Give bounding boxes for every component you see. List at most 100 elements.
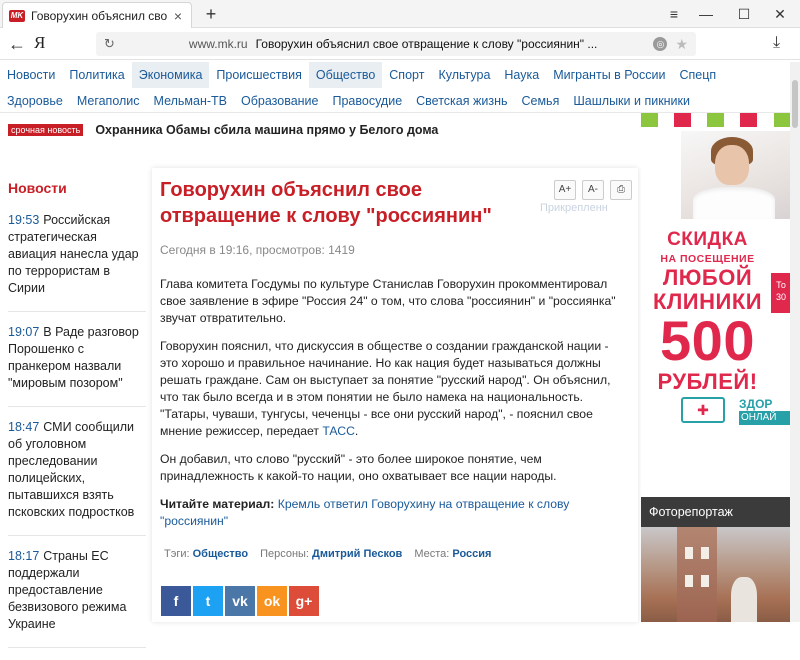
nav-item[interactable]: Политика xyxy=(62,62,131,88)
urgent-news-link[interactable]: Охранника Обамы сбила машина прямо у Бел… xyxy=(95,123,438,137)
twitter-share-icon[interactable]: t xyxy=(193,586,223,616)
nav-item[interactable]: Светская жизнь xyxy=(409,94,514,108)
read-also-label: Читайте материал: xyxy=(160,497,275,511)
vkontakte-share-icon[interactable]: vk xyxy=(225,586,255,616)
tag-link[interactable]: Общество xyxy=(193,548,248,560)
minimize-icon[interactable]: — xyxy=(694,4,718,24)
news-list-item[interactable]: 18:17 Страны ЕС поддержали предоставление… xyxy=(8,548,146,648)
ad-brand: ЗДОР xyxy=(739,397,773,411)
news-list-item[interactable]: 19:07 В Раде разговор Порошенко с пранкер… xyxy=(8,324,146,407)
reload-icon[interactable]: ↻ xyxy=(104,36,115,52)
tag-link[interactable]: Россия xyxy=(452,548,491,560)
nav-item[interactable]: Мигранты в России xyxy=(546,62,672,88)
news-text: СМИ сообщили об уголовном преследовании … xyxy=(8,420,135,519)
nav-item[interactable]: Мегаполис xyxy=(70,94,147,108)
font-increase-button[interactable]: A+ xyxy=(554,180,576,200)
tass-link[interactable]: ТАСС xyxy=(322,424,355,438)
nav-item[interactable]: Спорт xyxy=(382,62,431,88)
news-time: 18:47 xyxy=(8,420,40,434)
mk-favicon-icon: MK xyxy=(9,9,25,22)
globe-icon[interactable]: ◎ xyxy=(653,37,668,51)
primary-nav: Новости Политика Экономика Происшествия Обще… xyxy=(0,62,790,88)
article-meta: Сегодня в 19:16, просмотров: 1419 xyxy=(160,243,355,257)
ad-text: ЛЮБОЙ xyxy=(662,265,753,290)
font-decrease-button[interactable]: A- xyxy=(582,180,604,200)
tag-label: Тэги: xyxy=(164,548,190,560)
article-paragraph: Говорухин пояснил, что дискуссия в общес… xyxy=(160,339,611,438)
photo-report-image[interactable] xyxy=(641,527,790,622)
yandex-logo[interactable]: Я xyxy=(34,33,45,53)
news-heading[interactable]: Новости xyxy=(8,180,146,196)
tag-group: Места: Россия xyxy=(414,548,491,560)
tag-link[interactable]: Дмитрий Песков xyxy=(312,548,402,560)
nav-item[interactable]: Шашлыки и пикники xyxy=(566,94,697,108)
close-window-icon[interactable]: ✕ xyxy=(768,4,792,24)
ad-text: 500 xyxy=(660,309,755,372)
tag-group: Тэги: Общество xyxy=(164,548,248,560)
article-body: Глава комитета Госдумы по культуре Стани… xyxy=(160,276,630,530)
urgent-news: срочная новость Охранника Обамы сбила ма… xyxy=(8,123,438,137)
hamburger-menu-icon[interactable]: ≡ xyxy=(662,4,686,24)
nav-item[interactable]: Мельман-ТВ xyxy=(147,94,234,108)
article-paragraph: Глава комитета Госдумы по культуре Стани… xyxy=(160,277,616,325)
new-tab-icon[interactable]: + xyxy=(201,4,221,25)
medical-laptop-icon: ✚ xyxy=(681,397,725,423)
bookmark-star-icon[interactable]: ★ xyxy=(675,36,688,53)
url-host: www.mk.ru xyxy=(188,37,248,51)
download-icon[interactable]: ⤓ xyxy=(773,34,780,52)
news-list-item[interactable]: 18:47 СМИ сообщили об уголовном преследов… xyxy=(8,419,146,536)
nav-item[interactable]: Спецп xyxy=(672,62,723,88)
google-plus-share-icon[interactable]: g+ xyxy=(289,586,319,616)
facebook-share-icon[interactable]: f xyxy=(161,586,191,616)
ad-brand-sub: ОНЛАЙ xyxy=(739,411,790,425)
news-list-item[interactable]: 19:53 Российская стратегическая авиация н… xyxy=(8,212,146,312)
article-card: Говорухин объяснил свое отвращение к сло… xyxy=(152,168,638,622)
article-paragraph: Он добавил, что слово "русский" - это бо… xyxy=(160,452,557,483)
nav-item[interactable]: Культура xyxy=(431,62,497,88)
nav-item[interactable]: Новости xyxy=(0,62,62,88)
nav-item[interactable]: Общество xyxy=(308,62,383,88)
urgent-badge: срочная новость xyxy=(8,124,84,136)
nav-item[interactable]: Происшествия xyxy=(209,62,308,88)
read-also: Читайте материал: Кремль ответил Говорух… xyxy=(160,496,630,530)
clinic-ad-banner[interactable]: СКИДКА НА ПОСЕЩЕНИЕ ЛЮБОЙ КЛИНИКИ 500 РУ… xyxy=(641,113,790,493)
tag-label: Персоны: xyxy=(260,548,309,560)
secondary-nav: Здоровье Мегаполис Мельман-ТВ Образование Пр… xyxy=(0,89,790,113)
address-bar[interactable]: ↻ www.mk.ru Говорухин объяснил свое отвр… xyxy=(96,32,696,56)
share-buttons: f t vk ok g+ xyxy=(161,586,319,616)
scrollbar-thumb[interactable] xyxy=(792,80,798,128)
url-page-title: Говорухин объяснил свое отвращение к сло… xyxy=(255,37,598,51)
back-arrow-icon[interactable]: ← xyxy=(8,34,26,55)
photo-report: Фоторепортаж xyxy=(641,497,790,622)
ad-text: РУБЛЕЙ! xyxy=(657,369,758,394)
news-column: Новости 19:53 Российская стратегическая а… xyxy=(8,180,146,660)
nav-item[interactable]: Правосудие xyxy=(326,94,410,108)
page-scrollbar[interactable] xyxy=(790,62,800,622)
doctor-photo xyxy=(681,131,790,219)
news-time: 18:17 xyxy=(8,549,40,563)
photo-report-heading[interactable]: Фоторепортаж xyxy=(641,497,790,527)
ad-side-badge: То 30 xyxy=(771,273,790,313)
nav-item[interactable]: Образование xyxy=(234,94,325,108)
ad-stripes xyxy=(641,113,790,127)
print-icon[interactable]: ⎙ xyxy=(610,180,632,200)
tag-group: Персоны: Дмитрий Песков xyxy=(260,548,402,560)
browser-toolbar: ← Я ↻ www.mk.ru Говорухин объяснил свое … xyxy=(0,28,800,60)
news-time: 19:53 xyxy=(8,213,40,227)
nav-item[interactable]: Здоровье xyxy=(0,94,70,108)
maximize-icon[interactable]: ☐ xyxy=(732,4,756,24)
tab-title: Говорухин объяснил сво xyxy=(31,8,168,23)
odnoklassniki-share-icon[interactable]: ok xyxy=(257,586,287,616)
nav-item[interactable]: Наука xyxy=(497,62,546,88)
nav-item[interactable]: Экономика xyxy=(131,62,210,88)
ghost-label: Прикрепленн xyxy=(540,202,608,214)
tag-label: Места: xyxy=(414,548,450,560)
browser-tab[interactable]: MK Говорухин объяснил сво × xyxy=(2,2,192,28)
article-tags: Тэги: Общество Персоны: Дмитрий Песков Мес… xyxy=(164,548,491,560)
article-title: Говорухин объяснил свое отвращение к сло… xyxy=(160,179,492,227)
close-tab-icon[interactable]: × xyxy=(171,8,185,24)
news-time: 19:07 xyxy=(8,325,40,339)
ad-text: НА ПОСЕЩЕНИЕ xyxy=(660,253,755,265)
nav-item[interactable]: Семья xyxy=(514,94,566,108)
ad-text: СКИДКА xyxy=(667,229,748,250)
